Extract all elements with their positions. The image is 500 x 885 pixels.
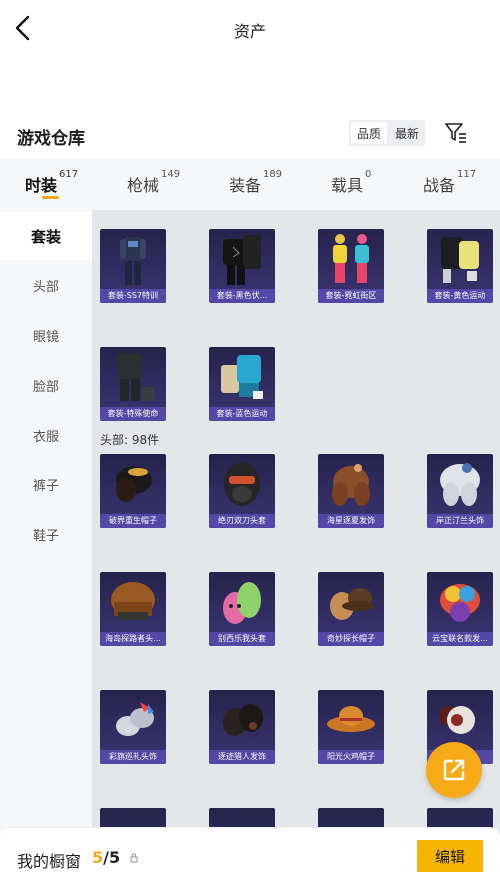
suit-black-icon (223, 235, 261, 285)
tab-fashion[interactable]: 时装617 (25, 169, 79, 196)
top-bar: 资产 (0, 0, 500, 56)
item-card[interactable]: 逐迹猎人发饰 (209, 690, 275, 764)
item-label: 彩旗巡礼头饰 (100, 750, 166, 764)
item-card[interactable]: 彩旗巡礼头饰 (100, 690, 166, 764)
share-button[interactable] (426, 742, 482, 798)
item-card[interactable]: 套装-蓝色运动 (209, 347, 275, 421)
headpiece-icon (116, 702, 154, 736)
item-label: 岸正汀兰头饰 (427, 514, 493, 528)
item-card[interactable]: 海星逐夏发饰 (318, 454, 384, 528)
hair-white-icon (440, 463, 480, 506)
showcase-current: 5 (92, 848, 104, 867)
sidebar-item-shoes[interactable]: 鞋子 (0, 510, 92, 558)
item-card[interactable]: 海岛探路者头... (100, 572, 166, 646)
tab-equipment[interactable]: 装备189 (229, 169, 283, 196)
tab-count: 617 (59, 169, 79, 180)
item-card[interactable]: 岸正汀兰头饰 (427, 454, 493, 528)
item-card[interactable]: 套装-霓虹街区 (318, 229, 384, 303)
item-card[interactable]: 破界重生帽子 (100, 454, 166, 528)
tab-label: 枪械 (127, 176, 160, 195)
tab-label: 战备 (423, 176, 456, 195)
item-label: 套装-霓虹街区 (318, 289, 384, 303)
sidebar-item-pants[interactable]: 裤子 (0, 460, 92, 508)
hair-rainbow-icon (440, 584, 480, 622)
showcase-count: 5/5 (92, 848, 120, 867)
mask-green-icon (223, 582, 261, 624)
tab-count: 189 (263, 169, 283, 180)
suit-tactical-icon (118, 353, 154, 401)
sidebar-item-head[interactable]: 头部 (0, 261, 92, 309)
suit-neon-icon (333, 234, 369, 283)
tab-count: 117 (457, 169, 477, 180)
item-card[interactable]: 奇妙探长帽子 (318, 572, 384, 646)
hair-brown-icon (111, 582, 155, 620)
tab-label: 装备 (229, 176, 262, 195)
suit-dark-icon (120, 237, 146, 285)
item-card[interactable]: 套装-特殊使命 (100, 347, 166, 421)
item-label: 云宝联名款发... (427, 632, 493, 646)
tab-label: 时装 (25, 176, 58, 195)
tab-supplies[interactable]: 战备117 (423, 169, 477, 196)
item-card[interactable]: 阳光火鸡帽子 (318, 690, 384, 764)
sidebar-item-suits[interactable]: 套装 (0, 212, 92, 260)
active-tab-indicator (42, 196, 59, 199)
item-label: 套装-特殊使命 (100, 407, 166, 421)
warehouse-title: 游戏仓库 (17, 129, 85, 149)
sidebar-item-face[interactable]: 脸部 (0, 361, 92, 409)
assets-page: 资产 游戏仓库 品质 最新 时装617 枪械149 装备189 载具0 战备11… (0, 0, 500, 885)
filter-button[interactable] (444, 121, 468, 145)
item-label: 破界重生帽子 (100, 514, 166, 528)
edit-button[interactable]: 编辑 (417, 840, 483, 872)
item-label: 套装-SS7特训 (100, 289, 166, 303)
helmet-icon (224, 462, 260, 506)
item-label: 套装-黑色伏... (209, 289, 275, 303)
sidebar-item-glasses[interactable]: 眼镜 (0, 311, 92, 359)
section-header-head: 头部: 98件 (100, 433, 160, 447)
category-tabs: 时装617 枪械149 装备189 载具0 战备117 (0, 158, 500, 210)
item-card[interactable]: 套装-黄色运动 (427, 229, 493, 303)
item-label: 逐迹猎人发饰 (209, 750, 275, 764)
item-label: 绝刃双刀头套 (209, 514, 275, 528)
showcase-label: 我的橱窗 (17, 852, 82, 871)
tab-label: 载具 (331, 176, 364, 195)
sort-toggle: 品质 最新 (349, 120, 425, 146)
tab-count: 149 (161, 169, 181, 180)
item-card[interactable]: 绝刃双刀头套 (209, 454, 275, 528)
sort-quality-button[interactable]: 品质 (351, 122, 387, 144)
item-label: 海岛探路者头... (100, 632, 166, 646)
suit-yellow-icon (441, 237, 479, 283)
sort-latest-button[interactable]: 最新 (389, 120, 425, 146)
item-card[interactable]: 套装-SS7特训 (100, 229, 166, 303)
tab-firearms[interactable]: 枪械149 (127, 169, 181, 196)
item-label: 套装-黄色运动 (427, 289, 493, 303)
detective-hat-icon (330, 588, 374, 620)
sidebar-item-clothes[interactable]: 衣服 (0, 411, 92, 459)
showcase-bar: 我的橱窗 5/5 编辑 (0, 827, 500, 885)
item-card[interactable]: 套装-黑色伏... (209, 229, 275, 303)
cowboy-hat-icon (327, 706, 375, 732)
item-label: 套装-蓝色运动 (209, 407, 275, 421)
hat-icon (116, 466, 152, 502)
tab-count: 0 (365, 169, 372, 180)
item-card[interactable]: 别西乐我头套 (209, 572, 275, 646)
sidebar: 套装 头部 眼镜 脸部 衣服 裤子 鞋子 (0, 210, 92, 885)
share-icon (443, 759, 465, 781)
item-label: 海星逐夏发饰 (318, 514, 384, 528)
tab-vehicles[interactable]: 载具0 (331, 169, 372, 196)
hair-dark-icon (223, 704, 263, 736)
item-label: 别西乐我头套 (209, 632, 275, 646)
lock-icon (130, 853, 138, 863)
item-card[interactable]: 云宝联名款发... (427, 572, 493, 646)
item-label: 阳光火鸡帽子 (318, 750, 384, 764)
suit-blue-icon (221, 355, 263, 399)
page-title: 资产 (233, 22, 266, 41)
showcase-total: /5 (103, 848, 121, 867)
filter-icon (445, 123, 466, 143)
hair-icon (332, 464, 370, 506)
item-label: 奇妙探长帽子 (318, 632, 384, 646)
